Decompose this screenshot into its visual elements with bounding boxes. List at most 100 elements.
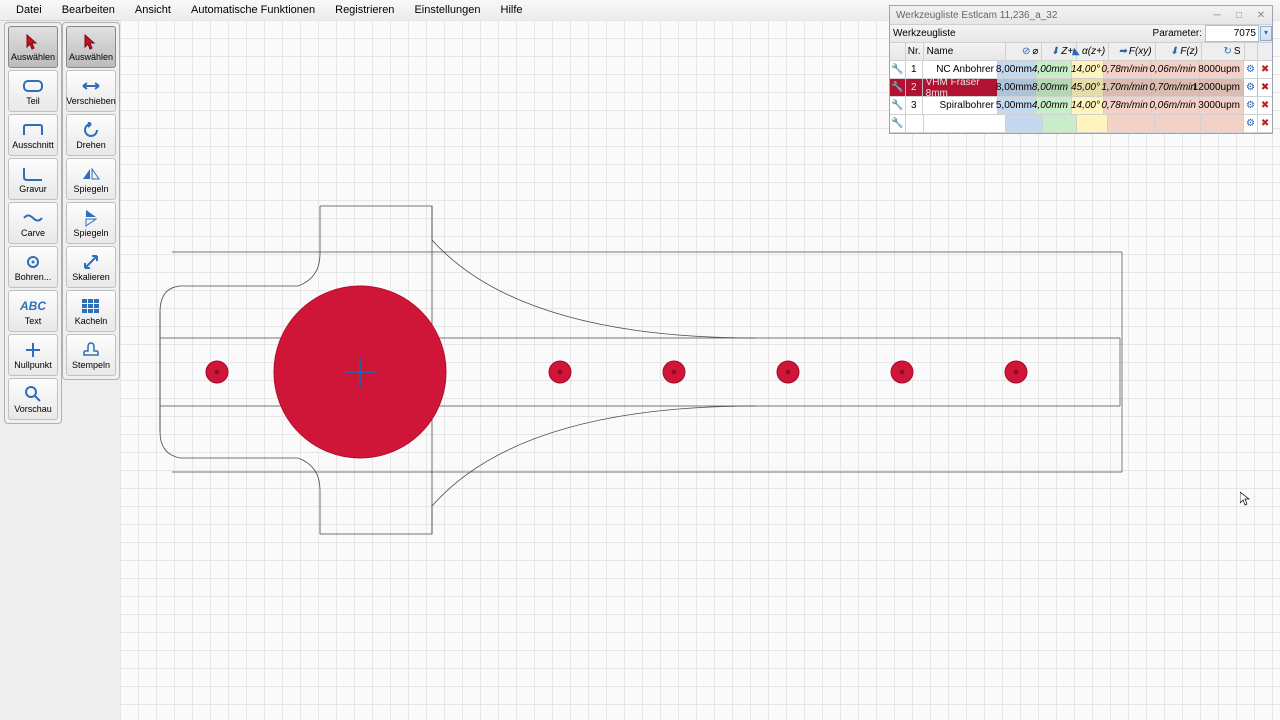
teil-label: Teil — [26, 97, 40, 106]
diameter-icon: ⊘ — [1022, 46, 1030, 57]
menu-einstellungen[interactable]: Einstellungen — [404, 1, 490, 19]
gravur-label: Gravur — [19, 185, 47, 194]
table-row[interactable]: 🔧3Spiralbohrer5,00mm4,00mm14,00°0,78m/mi… — [890, 97, 1272, 115]
text-label: Text — [25, 317, 42, 326]
gravur-icon — [23, 164, 43, 184]
menu-bearbeiten[interactable]: Bearbeiten — [52, 1, 125, 19]
tool-auswaehlen[interactable]: Auswählen — [8, 26, 58, 68]
tool-window-titlebar[interactable]: Werkzeugliste Estlcam 11,236_a_32 ─ □ ✕ — [890, 6, 1272, 25]
tool-stempeln[interactable]: Stempeln — [66, 334, 116, 376]
tab-werkzeugliste[interactable]: Werkzeugliste — [890, 25, 956, 42]
vorschau-icon — [25, 384, 41, 404]
ausschnitt-label: Ausschnitt — [12, 141, 54, 150]
tool-list-window[interactable]: Werkzeugliste Estlcam 11,236_a_32 ─ □ ✕ … — [889, 5, 1273, 134]
parameter-label: Parameter: — [1153, 28, 1202, 39]
tool-carve[interactable]: Carve — [8, 202, 58, 244]
window-maximize-button[interactable]: □ — [1228, 10, 1250, 21]
row-settings-button[interactable]: ⚙ — [1244, 61, 1258, 78]
spiegeln-label: Spiegeln — [73, 185, 108, 194]
wrench-icon: 🔧 — [891, 64, 903, 75]
auswaehlen2-label: Auswählen — [69, 53, 113, 62]
col-fz[interactable]: ⬇F(z) — [1156, 43, 1202, 60]
menu-hilfe[interactable]: Hilfe — [491, 1, 533, 19]
tool-window-title: Werkzeugliste Estlcam 11,236_a_32 — [896, 10, 1057, 21]
verschieben-label: Verschieben — [66, 97, 116, 106]
window-minimize-button[interactable]: ─ — [1206, 10, 1228, 21]
feed-xy-icon: ➡ — [1118, 46, 1126, 57]
tool-spiegeln[interactable]: Spiegeln — [66, 158, 116, 200]
parameter-dropdown[interactable]: ▾ — [1260, 26, 1272, 41]
tool-spiegeln2[interactable]: Spiegeln — [66, 202, 116, 244]
text-icon: ABC — [20, 296, 46, 316]
tool-kacheln[interactable]: Kacheln — [66, 290, 116, 332]
row-settings-button[interactable]: ⚙ — [1244, 79, 1258, 96]
tool-skalieren[interactable]: Skalieren — [66, 246, 116, 288]
tool-vorschau[interactable]: Vorschau — [8, 378, 58, 420]
window-close-button[interactable]: ✕ — [1250, 10, 1272, 21]
menu-registrieren[interactable]: Registrieren — [325, 1, 404, 19]
wrench-icon: 🔧 — [891, 100, 903, 111]
feed-z-icon: ⬇ — [1170, 46, 1178, 57]
tool-drehen[interactable]: Drehen — [66, 114, 116, 156]
drehen-label: Drehen — [76, 141, 106, 150]
wrench-icon: 🔧 — [891, 118, 903, 129]
spiegeln2-label: Spiegeln — [73, 229, 108, 238]
vorschau-label: Vorschau — [14, 405, 52, 414]
stempeln-label: Stempeln — [72, 361, 110, 370]
row-delete-button[interactable]: ✖ — [1258, 61, 1272, 78]
auswaehlen-icon — [25, 32, 41, 52]
carve-icon — [23, 208, 43, 228]
skalieren-label: Skalieren — [72, 273, 110, 282]
tool-bohren[interactable]: Bohren... — [8, 246, 58, 288]
tool-teil[interactable]: Teil — [8, 70, 58, 112]
tool-text[interactable]: ABCText — [8, 290, 58, 332]
nullpunkt-icon — [26, 340, 40, 360]
bohren-icon — [26, 252, 40, 272]
toolbox-transform: Auswählen Verschieben Drehen Spiegeln Spiege… — [62, 22, 120, 380]
menu-auto[interactable]: Automatische Funktionen — [181, 1, 325, 19]
menu-datei[interactable]: Datei — [6, 1, 52, 19]
skalieren-icon — [83, 252, 99, 272]
wrench-icon: 🔧 — [891, 82, 903, 93]
col-diameter[interactable]: ⊘⌀ — [1006, 43, 1043, 60]
ausschnitt-icon — [23, 120, 43, 140]
stempeln-icon — [83, 340, 99, 360]
drehen-icon — [83, 120, 99, 140]
tool-ausschnitt[interactable]: Ausschnitt — [8, 114, 58, 156]
table-row[interactable]: 🔧2VHM Fräser 8mm8,00mm8,00mm45,00°1,70m/… — [890, 79, 1272, 97]
tool-table-header: Nr. Name ⊘⌀ ⬇Z+ ◣α(z+) ➡F(xy) ⬇F(z) ↻S — [890, 43, 1272, 61]
row-delete-button[interactable]: ✖ — [1258, 79, 1272, 96]
row-settings-button[interactable]: ⚙ — [1244, 97, 1258, 114]
tool-verschieben[interactable]: Verschieben — [66, 70, 116, 112]
tool-nullpunkt[interactable]: Nullpunkt — [8, 334, 58, 376]
menu-ansicht[interactable]: Ansicht — [125, 1, 181, 19]
spiegeln2-icon — [84, 208, 98, 228]
toolbox-shapes: Auswählen Teil Ausschnitt Gravur Carve Bohren… — [4, 22, 62, 424]
verschieben-icon — [81, 76, 101, 96]
row-settings-button[interactable]: ⚙ — [1244, 115, 1258, 132]
parameter-input[interactable] — [1205, 25, 1259, 42]
kacheln-icon — [82, 296, 100, 316]
row-delete-button[interactable]: ✖ — [1258, 97, 1272, 114]
col-speed[interactable]: ↻S — [1202, 43, 1245, 60]
bohren-label: Bohren... — [15, 273, 52, 282]
tool-window-param-row: Werkzeugliste Parameter: ▾ — [890, 25, 1272, 43]
auswaehlen-label: Auswählen — [11, 53, 55, 62]
col-name[interactable]: Name — [924, 43, 1006, 60]
auswaehlen2-icon — [83, 32, 99, 52]
kacheln-label: Kacheln — [75, 317, 108, 326]
col-nr[interactable]: Nr. — [906, 43, 924, 60]
depth-icon: ⬇ — [1051, 46, 1059, 57]
nullpunkt-label: Nullpunkt — [14, 361, 52, 370]
col-fxy[interactable]: ➡F(xy) — [1109, 43, 1155, 60]
table-row-empty[interactable]: 🔧 ⚙ ✖ — [890, 115, 1272, 133]
angle-icon: ◣ — [1072, 46, 1080, 57]
col-angle[interactable]: ◣α(z+) — [1077, 43, 1109, 60]
rpm-icon: ↻ — [1224, 46, 1232, 57]
tool-auswaehlen2[interactable]: Auswählen — [66, 26, 116, 68]
spiegeln-icon — [82, 164, 100, 184]
tool-gravur[interactable]: Gravur — [8, 158, 58, 200]
row-delete-button[interactable]: ✖ — [1258, 115, 1272, 132]
teil-icon — [23, 76, 43, 96]
carve-label: Carve — [21, 229, 45, 238]
